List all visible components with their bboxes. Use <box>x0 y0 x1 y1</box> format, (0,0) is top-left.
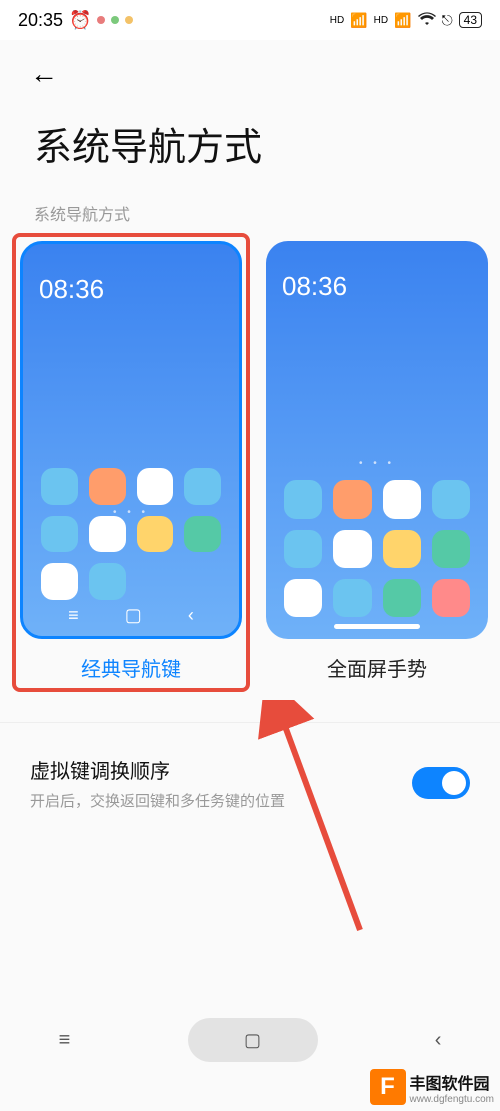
page-title: 系统导航方式 <box>0 98 500 191</box>
gesture-bar-icon <box>334 624 420 629</box>
option-gesture-col: 08:36 • • • 全面屏手势 <box>266 233 488 692</box>
sys-home-button[interactable]: ▢ <box>188 1018 318 1062</box>
app-icon <box>284 480 322 518</box>
app-icon <box>41 516 78 553</box>
watermark-text: 丰图软件园 www.dgfengtu.com <box>410 1070 495 1105</box>
watermark: F 丰图软件园 www.dgfengtu.com <box>370 1069 495 1105</box>
hd-icon-1: HD <box>330 15 344 26</box>
divider <box>0 722 500 723</box>
battery-icon: 43 <box>459 12 482 28</box>
status-bar: 20:35 ⏰ HD 📶 HD 📶 ⎋ 43 <box>0 0 500 40</box>
app-icon <box>89 468 126 505</box>
preview-grid-gesture <box>266 480 488 617</box>
option-classic-label[interactable]: 经典导航键 <box>81 653 181 682</box>
sys-back-button[interactable]: ‹ <box>435 1029 442 1052</box>
preview-navbar-classic: ≡ ▢ ‹ <box>23 601 239 630</box>
app-icon <box>432 530 470 568</box>
signal-icon-1: 📶 <box>350 12 367 29</box>
preview-grid-classic <box>23 468 239 600</box>
menu-icon: ≡ <box>68 605 79 626</box>
option-gesture-label[interactable]: 全面屏手势 <box>327 653 427 682</box>
option-gesture-card[interactable]: 08:36 • • • <box>266 241 488 639</box>
swap-keys-subtitle: 开启后，交换返回键和多任务键的位置 <box>30 790 285 811</box>
back-row: ← <box>0 40 500 98</box>
navigation-options: 08:36 • • • ≡ ▢ ‹ <box>0 233 500 692</box>
status-dot-3 <box>125 16 133 24</box>
app-icon <box>41 468 78 505</box>
swap-keys-row[interactable]: 虚拟键调换顺序 开启后，交换返回键和多任务键的位置 <box>0 731 500 835</box>
back-button[interactable]: ← <box>30 58 58 89</box>
extra-icon: ⎋ <box>442 12 453 29</box>
hd-icon-2: HD <box>374 15 388 26</box>
signal-icon-2: 📶 <box>394 12 411 29</box>
option-classic-card[interactable]: 08:36 • • • ≡ ▢ ‹ <box>20 241 242 639</box>
app-icon <box>333 480 371 518</box>
preview-time-classic: 08:36 <box>39 274 223 305</box>
status-dot-1 <box>97 16 105 24</box>
wifi-icon <box>418 12 436 29</box>
app-icon <box>383 530 421 568</box>
app-icon <box>333 530 371 568</box>
home-icon: ▢ <box>244 1030 261 1051</box>
app-icon <box>184 468 221 505</box>
option-classic-highlight: 08:36 • • • ≡ ▢ ‹ <box>12 233 250 692</box>
app-icon <box>284 530 322 568</box>
status-right: HD 📶 HD 📶 ⎋ 43 <box>330 12 482 29</box>
status-left: 20:35 ⏰ <box>18 10 133 31</box>
app-icon <box>284 579 322 617</box>
app-icon <box>383 480 421 518</box>
app-icon <box>89 516 126 553</box>
alarm-icon: ⏰ <box>69 10 91 31</box>
watermark-name: 丰图软件园 <box>410 1076 490 1093</box>
app-icon <box>432 480 470 518</box>
option-classic-inner: 08:36 • • • ≡ ▢ ‹ <box>23 244 239 636</box>
battery-value: 43 <box>464 13 477 27</box>
page-dots-gesture: • • • <box>266 458 488 469</box>
system-navbar: ≡ ▢ ‹ <box>0 1013 500 1067</box>
app-icon <box>333 579 371 617</box>
app-icon <box>89 563 126 600</box>
setting-text-col: 虚拟键调换顺序 开启后，交换返回键和多任务键的位置 <box>30 755 285 811</box>
app-icon <box>137 516 174 553</box>
status-dot-2 <box>111 16 119 24</box>
watermark-logo: F <box>370 1069 406 1105</box>
back-icon: ‹ <box>188 605 194 626</box>
app-icon <box>137 468 174 505</box>
app-icon <box>383 579 421 617</box>
preview-time-gesture: 08:36 <box>282 271 472 302</box>
app-icon <box>184 516 221 553</box>
watermark-url: www.dgfengtu.com <box>410 1094 495 1105</box>
status-time: 20:35 <box>18 10 63 31</box>
option-gesture-inner: 08:36 • • • <box>266 241 488 639</box>
swap-keys-title: 虚拟键调换顺序 <box>30 755 285 784</box>
swap-keys-toggle[interactable] <box>412 767 470 799</box>
home-icon: ▢ <box>125 605 142 626</box>
sys-menu-button[interactable]: ≡ <box>59 1029 71 1052</box>
section-label: 系统导航方式 <box>0 191 500 233</box>
toggle-knob <box>442 771 466 795</box>
app-icon <box>432 579 470 617</box>
app-icon <box>41 563 78 600</box>
